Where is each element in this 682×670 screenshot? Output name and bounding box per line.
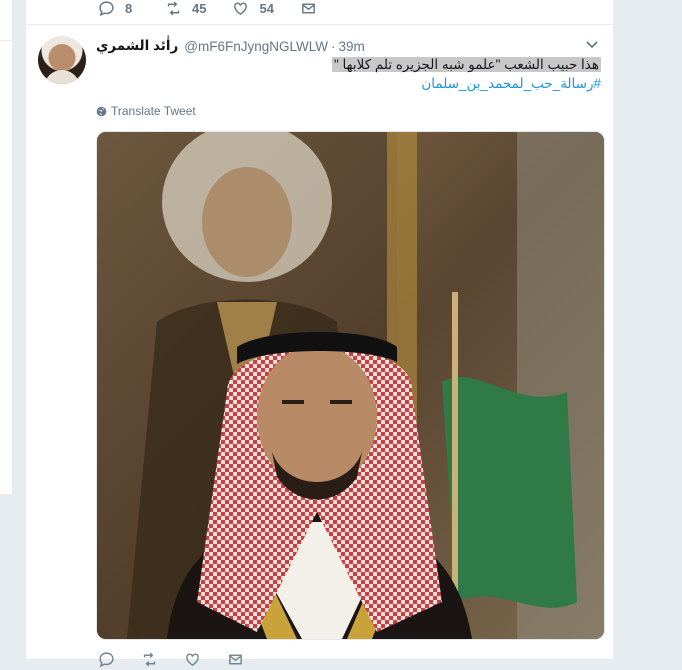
next-tweet-actions — [98, 648, 270, 670]
timeline: 8 45 54 راٰئد الشمري @mF6FnJyngNGLWLW · … — [25, 0, 614, 667]
tweet-header: راٰئد الشمري @mF6FnJyngNGLWLW · 39m — [96, 37, 601, 55]
hashtag-link[interactable]: #رسالة_حب_لمحمد_بن_سلمان — [421, 76, 601, 91]
left-panel-divider — [0, 40, 12, 41]
like-icon — [186, 652, 199, 666]
tweet-photo[interactable] — [96, 131, 605, 640]
tweet-separator — [26, 24, 613, 25]
next-message-button[interactable] — [227, 651, 244, 668]
like-count: 54 — [259, 0, 274, 16]
display-name[interactable]: راٰئد الشمري — [96, 38, 178, 54]
avatar-shoulders — [44, 70, 80, 84]
message-button[interactable] — [300, 0, 317, 17]
next-like-button[interactable] — [184, 651, 201, 668]
like-icon — [234, 1, 248, 15]
reply-icon — [99, 0, 114, 16]
left-column-panel — [0, 0, 12, 494]
reply-count: 8 — [125, 0, 133, 16]
right-background — [612, 0, 682, 659]
like-button[interactable]: 54 — [232, 0, 274, 17]
tweet-timestamp[interactable]: 39m — [339, 39, 365, 54]
message-icon — [229, 654, 242, 664]
caret-down-icon[interactable] — [586, 40, 598, 50]
previous-tweet-actions: 8 45 54 — [98, 0, 343, 19]
header-separator: · — [331, 38, 336, 54]
reply-icon — [99, 651, 114, 667]
username-handle[interactable]: @mF6FnJyngNGLWLW — [184, 39, 328, 54]
retweet-button[interactable]: 45 — [165, 0, 206, 17]
next-reply-button[interactable] — [98, 651, 115, 668]
reply-button[interactable]: 8 — [98, 0, 139, 17]
globe-icon — [96, 106, 107, 116]
photo-image — [97, 132, 604, 639]
retweet-icon — [143, 652, 156, 666]
avatar[interactable] — [38, 36, 86, 84]
retweet-count: 45 — [192, 0, 207, 16]
tweet-text: هذا حبيب الشعب "علمو شبه الجزيره تلم كلا… — [226, 55, 601, 93]
message-icon — [302, 3, 315, 13]
retweet-icon — [167, 1, 180, 15]
next-retweet-button[interactable] — [141, 651, 158, 668]
translate-label: Translate Tweet — [111, 104, 196, 118]
translate-tweet-link[interactable]: Translate Tweet — [96, 104, 196, 118]
tweet-text-selected: هذا حبيب الشعب "علمو شبه الجزيره تلم كلا… — [332, 57, 601, 72]
